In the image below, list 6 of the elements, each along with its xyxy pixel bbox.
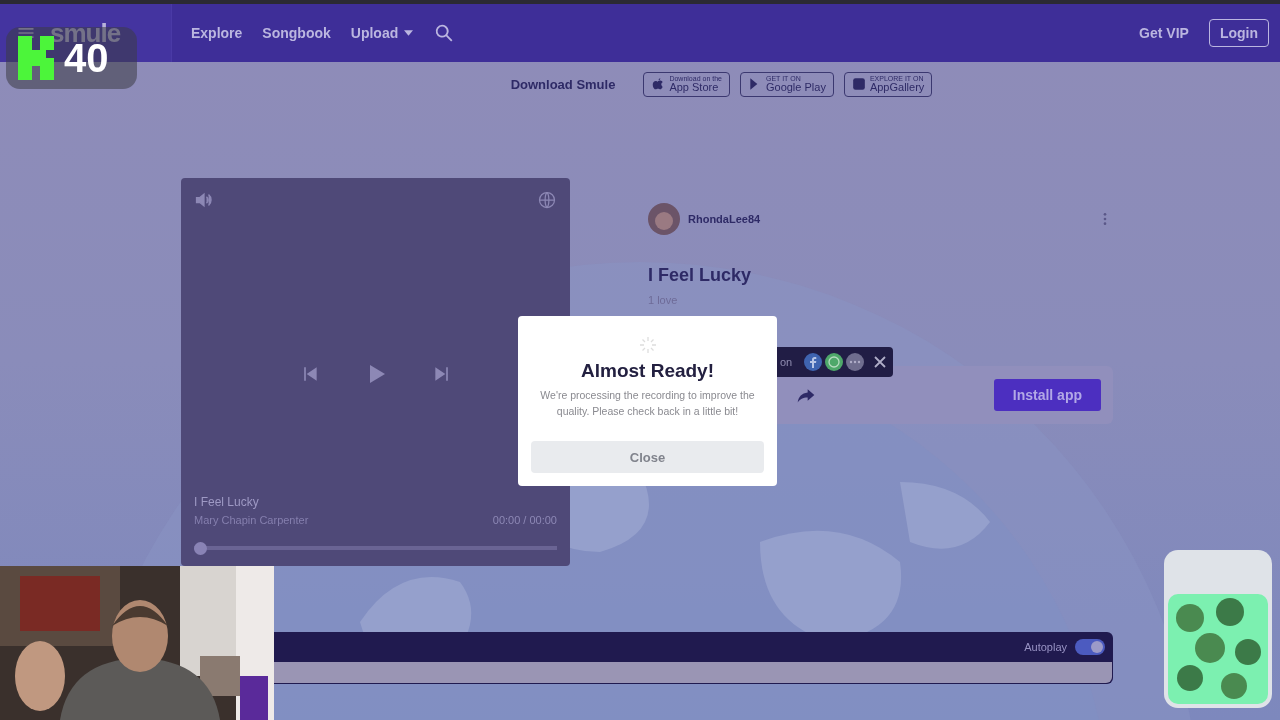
nav-link[interactable]: Explore bbox=[191, 25, 243, 41]
caret-icon bbox=[404, 30, 414, 36]
nav-link[interactable]: Upload bbox=[350, 25, 414, 41]
login-button[interactable]: Login bbox=[1208, 19, 1269, 47]
nav-link[interactable]: Songbook bbox=[262, 25, 331, 41]
vip-link[interactable]: Get VIP bbox=[1139, 25, 1189, 41]
